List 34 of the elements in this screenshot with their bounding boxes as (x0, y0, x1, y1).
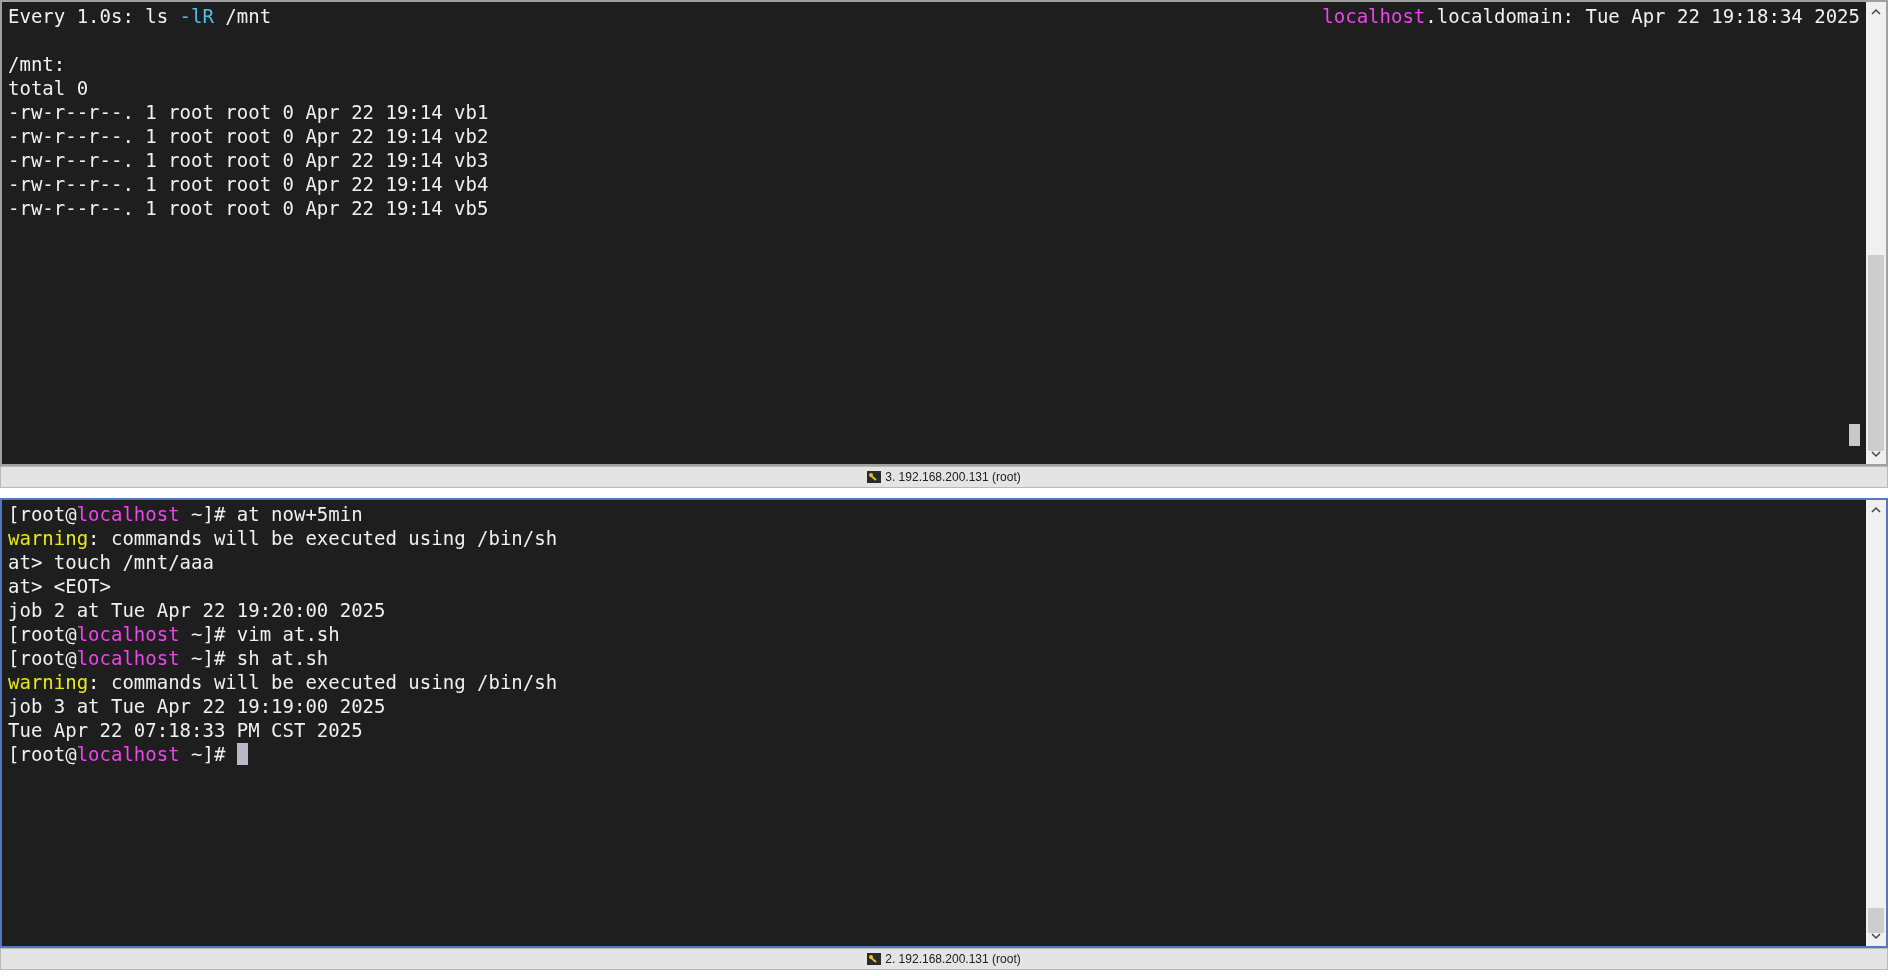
terminal-line: at> touch /mnt/aaa (8, 549, 214, 575)
session-label: 2. 192.168.200.131 (root) (885, 951, 1021, 968)
cursor-block (1849, 424, 1860, 446)
terminal-line: [root@localhost ~]# vim at.sh (8, 621, 340, 647)
terminal-line: -rw-r--r--. 1 root root 0 Apr 22 19:14 vb3 (8, 147, 489, 173)
terminal-line: at> <EOT> (8, 573, 111, 599)
scroll-up-icon[interactable] (1871, 8, 1881, 15)
terminal-line: -rw-r--r--. 1 root root 0 Apr 22 19:14 vb2 (8, 123, 489, 149)
terminal-line: -rw-r--r--. 1 root root 0 Apr 22 19:14 vb1 (8, 99, 489, 125)
scroll-down-icon[interactable] (1871, 451, 1881, 458)
scroll-up-icon[interactable] (1871, 506, 1881, 513)
terminal-line: [root@localhost ~]# at now+5min (8, 501, 363, 527)
terminal-line: Tue Apr 22 07:18:33 PM CST 2025 (8, 717, 363, 743)
scroll-down-icon[interactable] (1871, 933, 1881, 940)
terminal-screen[interactable] (2, 500, 1866, 946)
terminal-line: [root@localhost ~]# (8, 741, 227, 767)
scrollbar-thumb[interactable] (1868, 255, 1884, 451)
terminal-line: job 2 at Tue Apr 22 19:20:00 2025 (8, 597, 386, 623)
key-icon (867, 471, 882, 483)
terminal-line: total 0 (8, 75, 89, 101)
terminal-line: -rw-r--r--. 1 root root 0 Apr 22 19:14 vb5 (8, 195, 489, 221)
scrollbar[interactable] (1866, 500, 1886, 946)
key-icon (867, 953, 882, 965)
scrollbar[interactable] (1866, 2, 1886, 464)
terminal-line: warning: commands will be executed using /bin/sh (8, 669, 558, 695)
terminal-line: -rw-r--r--. 1 root root 0 Apr 22 19:14 vb4 (8, 171, 489, 197)
watch-command: Every 1.0s: ls -lR /mnt (8, 3, 272, 29)
terminal-line: [root@localhost ~]# sh at.sh (8, 645, 329, 671)
scrollbar-thumb[interactable] (1868, 908, 1884, 933)
terminal-line: warning: commands will be executed using /bin/sh (8, 525, 558, 551)
terminal-line: job 3 at Tue Apr 22 19:19:00 2025 (8, 693, 386, 719)
watch-timestamp: localhost.localdomain: Tue Apr 22 19:18:34 2025 (1322, 3, 1860, 29)
session-label: 3. 192.168.200.131 (root) (885, 469, 1021, 486)
terminal-line: /mnt: (8, 51, 66, 77)
